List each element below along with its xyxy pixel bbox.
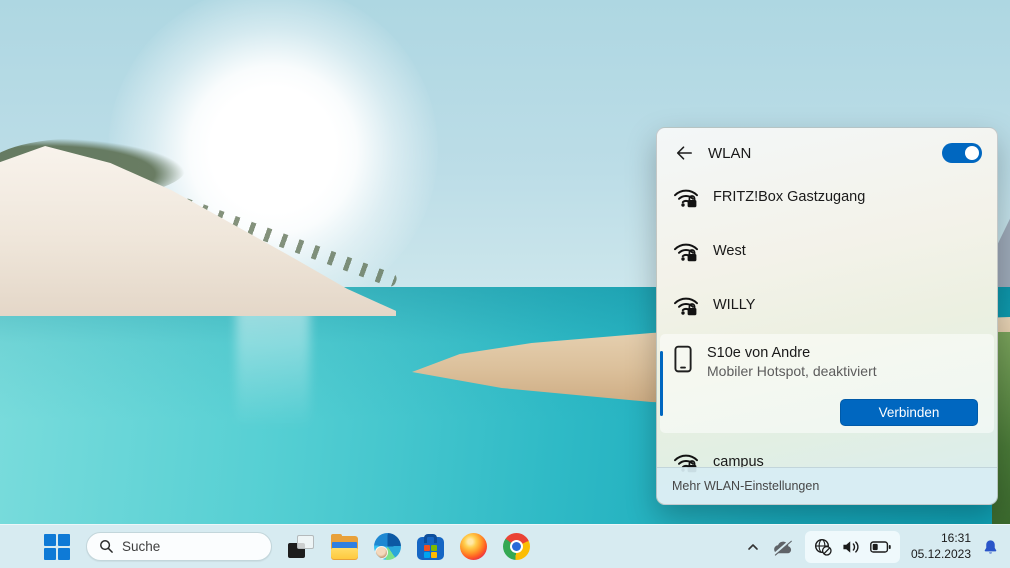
device-status: Mobiler Hotspot, deaktiviert	[707, 363, 877, 379]
app-icon-chrome[interactable]	[503, 533, 530, 560]
app-icon-firefox[interactable]	[460, 533, 487, 560]
network-name: FRITZ!Box Gastzugang	[713, 189, 866, 205]
tray-chevron-up[interactable]	[746, 540, 760, 554]
network-item[interactable]: West	[657, 224, 997, 278]
device-row: S10e von Andre Mobiler Hotspot, deaktivi…	[660, 334, 994, 379]
system-tray: 16:31 05.12.2023	[746, 525, 1010, 568]
search-input[interactable]	[122, 539, 242, 554]
wifi-lock-icon	[674, 297, 698, 316]
windows-logo-icon	[44, 533, 56, 546]
app-icon-edge[interactable]	[374, 533, 401, 560]
wlan-panel-header: WLAN	[657, 128, 997, 170]
start-button[interactable]	[44, 533, 70, 560]
selection-accent-bar	[660, 351, 663, 416]
app-icon-microsoft-store[interactable]	[417, 533, 444, 560]
windows-logo-icon	[58, 547, 70, 560]
taskbar-search[interactable]	[86, 532, 272, 561]
device-name: S10e von Andre	[707, 345, 811, 361]
toggle-knob	[965, 146, 979, 160]
cloud-offline-icon	[773, 538, 792, 556]
network-list: FRITZ!Box Gastzugang West WILLY S10e von…	[657, 170, 997, 504]
network-item-hotspot-selected[interactable]: S10e von Andre Mobiler Hotspot, deaktivi…	[660, 334, 994, 433]
bag-handle-icon	[424, 533, 437, 543]
wifi-lock-icon	[674, 189, 698, 208]
device-actions: Verbinden	[840, 399, 978, 426]
windows-logo-icon	[44, 547, 56, 560]
network-item[interactable]: WILLY	[657, 278, 997, 332]
wifi-lock-icon	[674, 243, 698, 262]
phone-icon	[674, 345, 692, 373]
chevron-up-icon	[748, 543, 758, 550]
app-icon-overlapping-windows[interactable]	[288, 533, 315, 560]
network-item[interactable]: FRITZ!Box Gastzugang	[657, 170, 997, 224]
bell-icon	[984, 539, 997, 554]
volume-icon	[843, 540, 859, 553]
back-button[interactable]	[672, 141, 696, 165]
windows-logo-icon	[58, 533, 70, 546]
wlan-settings-label: Mehr WLAN-Einstellungen	[672, 479, 820, 493]
clock-time: 16:31	[940, 530, 971, 545]
clock[interactable]: 16:31 05.12.2023	[911, 531, 971, 562]
wlan-settings-link[interactable]: Mehr WLAN-Einstellungen	[657, 467, 997, 504]
connect-button[interactable]: Verbinden	[840, 399, 978, 426]
app-icon-file-explorer[interactable]	[331, 533, 358, 560]
globe-no-internet-icon	[814, 538, 832, 556]
network-name: West	[713, 243, 746, 259]
network-name: WILLY	[713, 297, 756, 313]
light-square-icon	[297, 535, 314, 549]
battery-icon	[870, 540, 891, 553]
device-texts: S10e von Andre Mobiler Hotspot, deaktivi…	[707, 344, 877, 379]
search-icon	[100, 540, 113, 553]
panel-title: WLAN	[708, 144, 752, 162]
quick-settings-button[interactable]	[804, 530, 900, 563]
microsoft-logo-icon	[424, 544, 430, 551]
desktop: WLAN FRITZ!Box Gastzugang West WILLY S10…	[0, 0, 1010, 568]
taskbar-left	[44, 532, 530, 561]
notification-bell-button[interactable]	[982, 538, 999, 556]
profile-avatar	[375, 546, 388, 559]
wifi-toggle[interactable]	[942, 143, 982, 163]
tray-onedrive[interactable]	[771, 538, 794, 556]
taskbar: 16:31 05.12.2023	[0, 524, 1010, 568]
wlan-flyout-panel: WLAN FRITZ!Box Gastzugang West WILLY S10…	[656, 127, 998, 505]
clock-date: 05.12.2023	[910, 546, 971, 561]
arrow-left-icon	[676, 146, 692, 160]
